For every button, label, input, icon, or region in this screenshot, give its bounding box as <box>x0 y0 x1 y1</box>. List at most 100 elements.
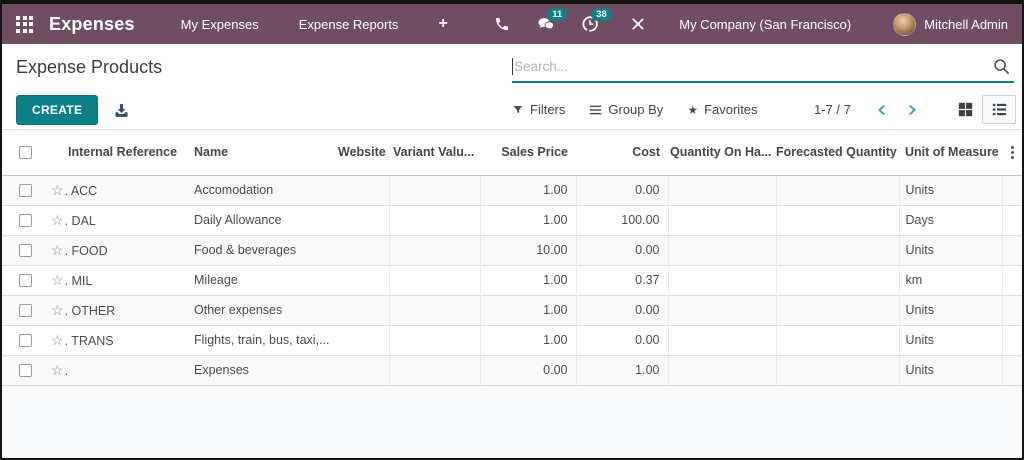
table-row[interactable]: ☆. DAL Daily Allowance 1.00 100.00 Days <box>2 204 1022 235</box>
table-row[interactable]: ☆. TRANS Flights, train, bus, taxi,... 1… <box>2 324 1022 355</box>
group-by-bars-icon <box>590 105 602 114</box>
header-forecasted-quantity[interactable]: Forecasted Quantity <box>776 130 899 176</box>
cell-website <box>333 324 389 355</box>
header-variant-values[interactable]: Variant Valu... <box>389 130 480 176</box>
app-window: Expenses My Expenses Expense Reports + 1… <box>0 0 1024 460</box>
internal-reference-text: . ACC <box>64 183 98 198</box>
messages-badge: 11 <box>547 8 568 21</box>
activities-icon[interactable]: 38 <box>579 8 612 35</box>
cell-product-name: Mileage <box>188 264 333 295</box>
control-panel: CREATE Filters Group By ★ Favorites 1-7 … <box>2 90 1022 130</box>
table-row[interactable]: ☆. OTHER Other expenses 1.00 0.00 Units <box>2 294 1022 325</box>
nav-add-menu-button[interactable]: + <box>438 15 447 33</box>
priority-star-icon[interactable]: ☆ <box>51 212 64 228</box>
cell-website <box>333 174 389 205</box>
search-input[interactable] <box>513 58 989 74</box>
cell-website <box>333 264 389 295</box>
nav-expense-reports[interactable]: Expense Reports <box>299 17 399 32</box>
header-unit-of-measure[interactable]: Unit of Measure <box>899 130 1002 176</box>
priority-star-icon[interactable]: ☆ <box>51 272 64 288</box>
cell-sales-price: 1.00 <box>479 174 576 205</box>
favorites-label: Favorites <box>704 102 758 117</box>
app-name[interactable]: Expenses <box>49 14 135 35</box>
priority-star-icon[interactable]: ☆ <box>51 242 64 258</box>
list-view-icon[interactable] <box>982 95 1016 124</box>
cell-options <box>1001 204 1022 235</box>
user-menu[interactable]: Mitchell Admin <box>924 17 1008 32</box>
kanban-view-icon[interactable] <box>948 95 982 124</box>
row-checkbox[interactable] <box>18 334 32 348</box>
header-cost[interactable]: Cost <box>576 130 668 176</box>
header-name[interactable]: Name <box>188 130 333 176</box>
pager: 1-7 / 7 <box>814 90 921 129</box>
cell-variant-values <box>388 354 480 386</box>
table-row[interactable]: ☆. ACC Accomodation 1.00 0.00 Units <box>2 174 1022 205</box>
header-sales-price[interactable]: Sales Price <box>480 130 576 176</box>
phone-icon[interactable] <box>491 13 513 35</box>
priority-star-icon[interactable]: ☆ <box>51 362 64 378</box>
row-checkbox[interactable] <box>18 274 32 288</box>
priority-star-icon[interactable]: ☆ <box>51 302 64 318</box>
cell-internal-reference: ☆. FOOD <box>48 234 188 265</box>
messages-icon[interactable]: 11 <box>535 8 568 35</box>
cell-options <box>1001 234 1022 265</box>
cell-website <box>333 294 389 325</box>
pager-previous-icon[interactable] <box>873 101 891 119</box>
tools-icon[interactable] <box>627 13 649 35</box>
row-checkbox[interactable] <box>18 364 32 378</box>
table-row[interactable]: ☆. MIL Mileage 1.00 0.37 km <box>2 264 1022 295</box>
cell-forecasted-quantity <box>775 204 899 235</box>
priority-star-icon[interactable]: ☆ <box>51 182 64 198</box>
cell-unit-of-measure: km <box>898 264 1002 295</box>
search-icon[interactable] <box>989 58 1014 75</box>
internal-reference-text: . <box>64 363 69 378</box>
create-button[interactable]: CREATE <box>16 95 99 125</box>
cell-unit-of-measure: Units <box>898 174 1002 205</box>
cell-cost: 100.00 <box>575 204 668 235</box>
row-checkbox[interactable] <box>18 214 32 228</box>
cell-quantity-on-hand <box>667 324 776 355</box>
cell-quantity-on-hand <box>667 234 776 265</box>
header-internal-reference[interactable]: Internal Reference <box>48 130 188 176</box>
row-checkbox[interactable] <box>18 304 32 318</box>
apps-menu-icon[interactable] <box>16 15 33 33</box>
group-by-button[interactable]: Group By <box>589 102 663 117</box>
cell-sales-price: 1.00 <box>479 324 576 355</box>
select-all-checkbox[interactable] <box>18 146 32 160</box>
top-nav-right: 11 38 My Company (San Francisco) Mitchel… <box>491 8 1008 36</box>
optional-columns-icon[interactable] <box>1002 130 1022 176</box>
row-checkbox-cell <box>2 234 48 265</box>
pager-next-icon[interactable] <box>903 101 921 119</box>
cell-cost: 0.00 <box>575 324 668 355</box>
priority-star-icon[interactable]: ☆ <box>51 332 64 348</box>
export-icon[interactable] <box>111 100 132 121</box>
page-title: Expense Products <box>16 56 163 77</box>
row-checkbox[interactable] <box>18 244 32 258</box>
row-checkbox-cell <box>2 264 48 295</box>
search-options: Filters Group By ★ Favorites <box>512 90 758 129</box>
favorites-button[interactable]: ★ Favorites <box>687 102 757 117</box>
nav-my-expenses[interactable]: My Expenses <box>181 17 259 32</box>
cell-sales-price: 1.00 <box>479 294 576 325</box>
company-switcher[interactable]: My Company (San Francisco) <box>679 17 851 32</box>
table-row[interactable]: ☆. Expenses 0.00 1.00 Units <box>2 354 1022 386</box>
table-row[interactable]: ☆. FOOD Food & beverages 10.00 0.00 Unit… <box>2 234 1022 265</box>
cell-website <box>333 354 389 386</box>
header-website[interactable]: Website <box>333 130 389 176</box>
row-checkbox[interactable] <box>18 184 32 198</box>
row-checkbox-cell <box>2 324 48 355</box>
cell-forecasted-quantity <box>775 294 899 325</box>
cell-options <box>1001 174 1022 205</box>
cell-options <box>1001 264 1022 295</box>
breadcrumb-row: Expense Products <box>2 44 1022 90</box>
user-avatar[interactable] <box>893 12 917 36</box>
cell-product-name: Other expenses <box>188 294 333 325</box>
internal-reference-text: . OTHER <box>64 303 116 318</box>
cell-website <box>333 234 389 265</box>
internal-reference-text: . MIL <box>64 273 93 288</box>
cell-internal-reference: ☆. ACC <box>48 174 188 205</box>
cell-cost: 0.37 <box>575 264 668 295</box>
header-quantity-on-hand[interactable]: Quantity On Ha... <box>668 130 776 176</box>
cell-variant-values <box>388 234 480 265</box>
filters-button[interactable]: Filters <box>512 102 565 117</box>
